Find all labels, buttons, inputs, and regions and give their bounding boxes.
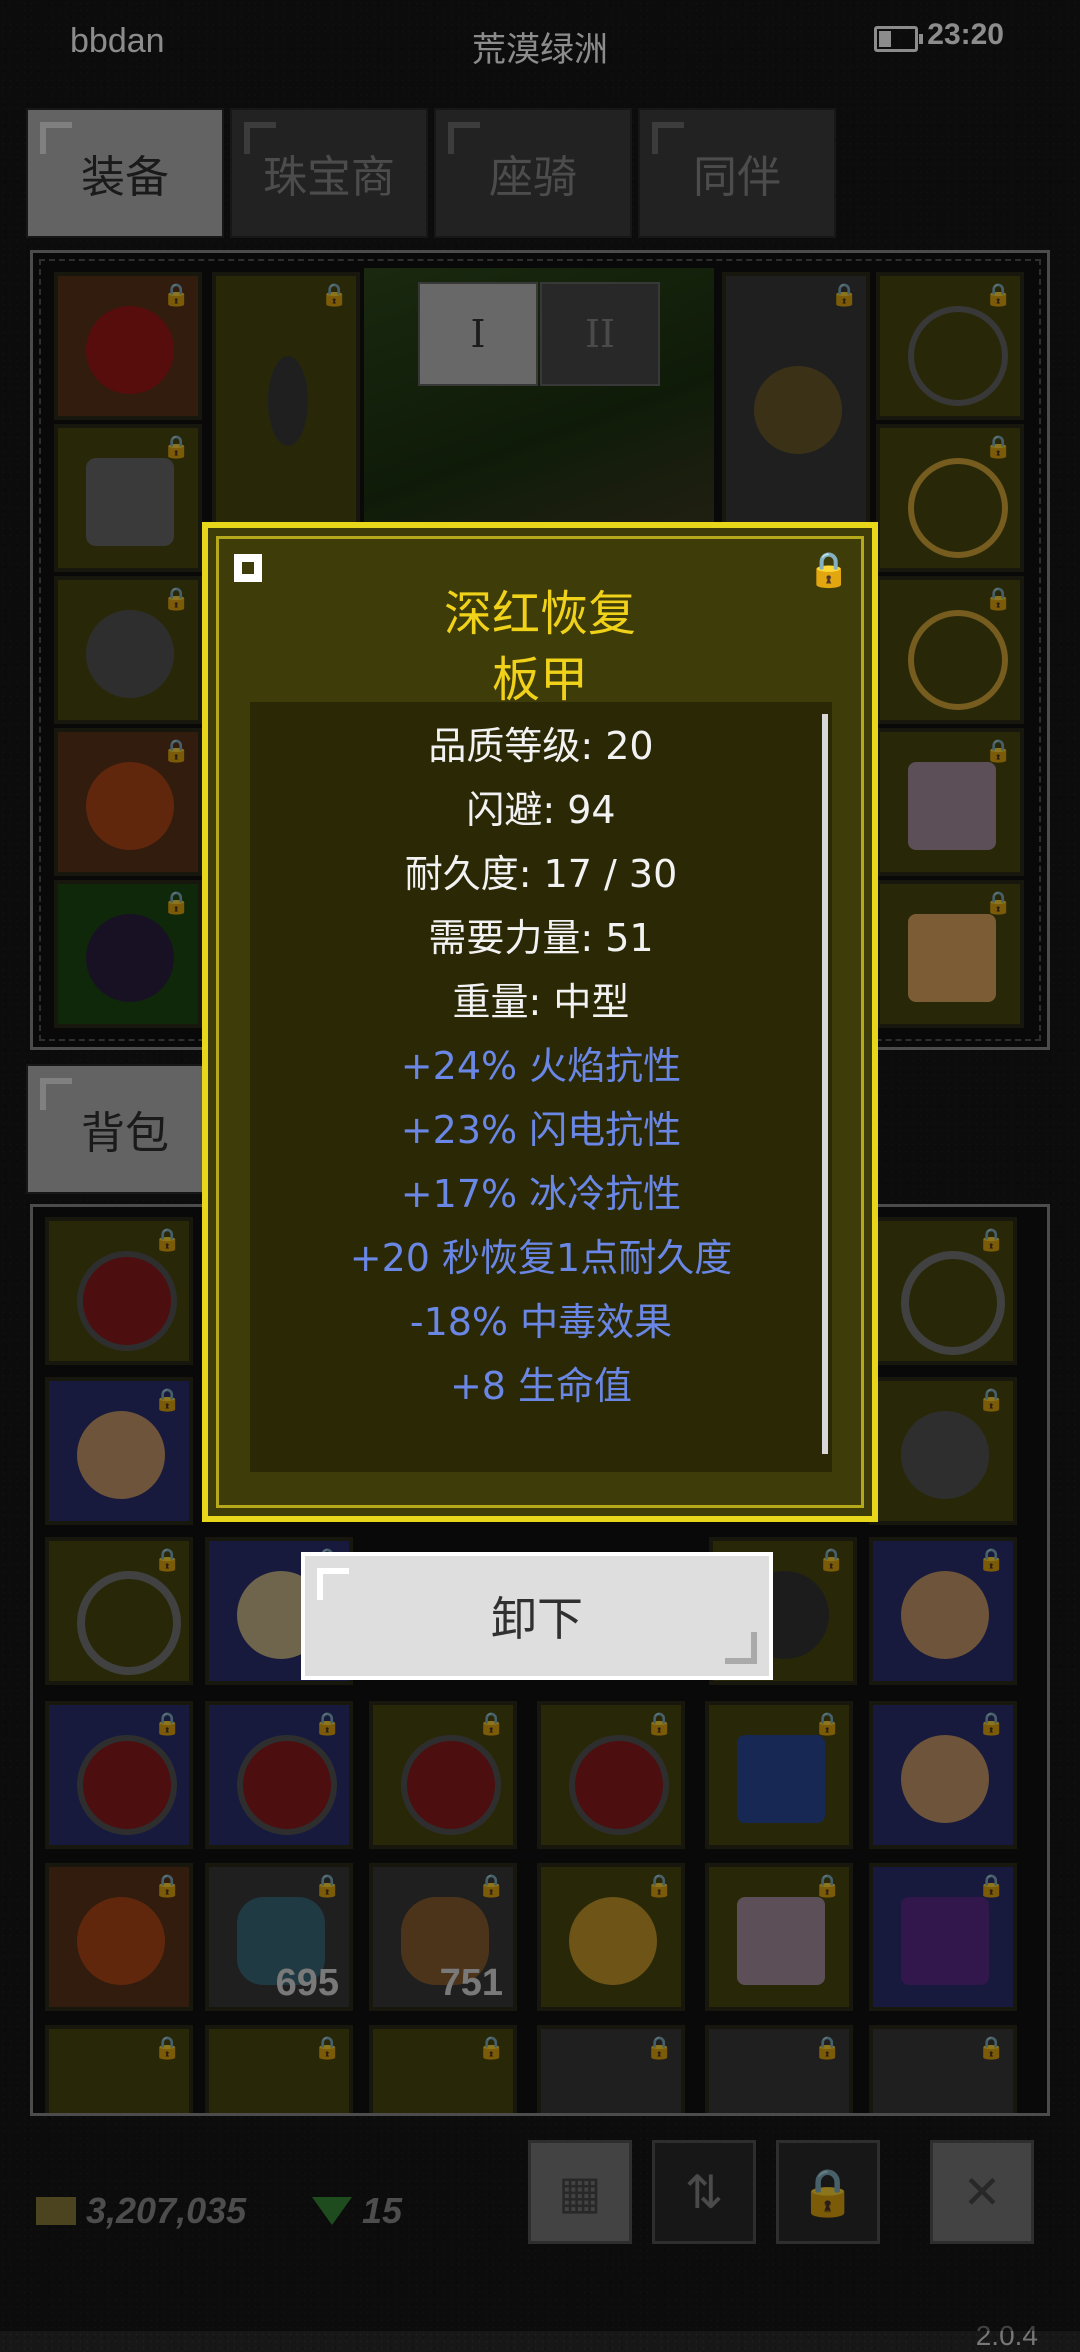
mod-durability-regen: +20 秒恢复1点耐久度: [349, 1236, 733, 1280]
item-stats: 品质等级: 20 闪避: 94 耐久度: 17 / 30 需要力量: 51 重量…: [250, 702, 832, 1472]
stat-evasion: 闪避: 94: [466, 788, 616, 832]
item-tooltip: 🔒 深红恢复 板甲 品质等级: 20 闪避: 94 耐久度: 17 / 30 需…: [202, 522, 878, 1522]
item-type: 板甲: [491, 652, 588, 708]
mod-lightning-resistance: +23% 闪电抗性: [400, 1108, 682, 1152]
unequip-button[interactable]: 卸下: [301, 1552, 773, 1680]
mod-life: +8 生命值: [449, 1364, 633, 1408]
unequip-label: 卸下: [491, 1592, 583, 1646]
stat-durability: 耐久度: 17 / 30: [404, 852, 678, 896]
mod-cold-resistance: +17% 冰冷抗性: [400, 1172, 682, 1216]
tooltip-scrollbar[interactable]: [822, 714, 828, 1454]
stat-weight: 重量: 中型: [452, 980, 630, 1024]
stat-required-strength: 需要力量: 51: [428, 916, 654, 960]
mod-fire-resistance: +24% 火焰抗性: [400, 1044, 682, 1088]
stat-quality: 品质等级: 20: [428, 724, 654, 768]
mod-poison-effect: -18% 中毒效果: [409, 1300, 673, 1344]
item-name: 深红恢复: [443, 586, 636, 642]
